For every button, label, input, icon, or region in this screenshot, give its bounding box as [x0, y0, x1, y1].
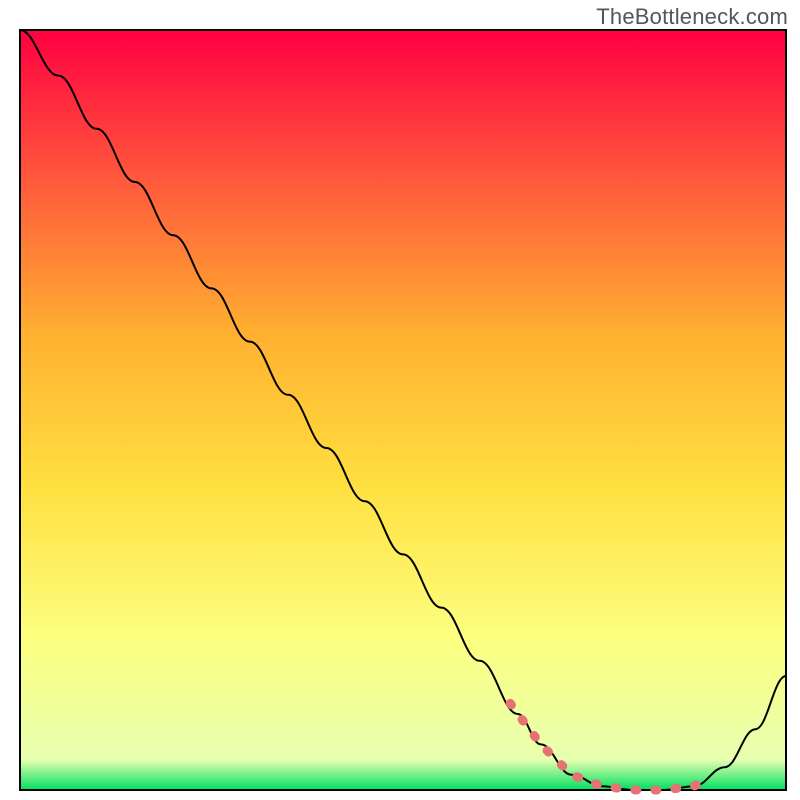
chart-container: TheBottleneck.com — [0, 0, 800, 800]
chart-svg — [0, 0, 800, 800]
plot-area — [20, 30, 786, 790]
